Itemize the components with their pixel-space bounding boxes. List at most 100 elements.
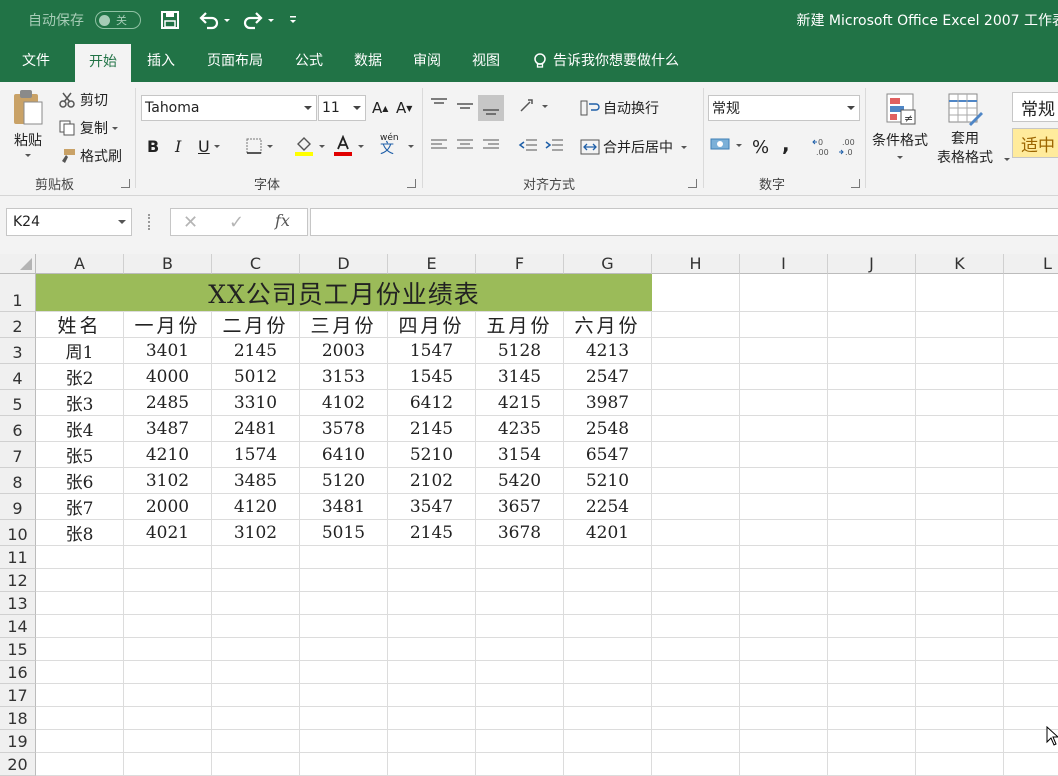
cell-style-neutral[interactable]: 适中 (1012, 128, 1058, 158)
conditional-formatting-button[interactable]: ≠ 条件格式 (872, 90, 928, 159)
number-format-select[interactable]: 常规 (708, 95, 860, 121)
value-cell[interactable]: 6410 (300, 442, 387, 467)
value-cell[interactable]: 6412 (388, 390, 475, 415)
row-header-4[interactable]: 4 (0, 364, 36, 390)
paste-button[interactable]: 粘贴 (10, 88, 46, 157)
tab-file[interactable]: 文件 (22, 40, 50, 82)
font-launcher-icon[interactable] (407, 179, 416, 188)
value-cell[interactable]: 3578 (300, 416, 387, 441)
header-cell[interactable]: 六月份 (564, 312, 651, 337)
value-cell[interactable]: 5120 (300, 468, 387, 493)
column-header-l[interactable]: L (1004, 254, 1058, 274)
column-header-h[interactable]: H (652, 254, 740, 274)
column-header-a[interactable]: A (36, 254, 124, 274)
row-header-13[interactable]: 13 (0, 592, 36, 615)
row-header-9[interactable]: 9 (0, 494, 36, 520)
value-cell[interactable]: 2254 (564, 494, 651, 519)
column-header-g[interactable]: G (564, 254, 652, 274)
row-header-3[interactable]: 3 (0, 338, 36, 364)
increase-decimal-button[interactable]: 0.00 (812, 137, 832, 157)
align-right-button[interactable] (482, 138, 500, 152)
underline-button[interactable]: U (198, 137, 220, 156)
tab-review[interactable]: 审阅 (413, 40, 441, 82)
format-as-table-caret-icon[interactable] (1004, 158, 1010, 161)
value-cell[interactable]: 3678 (476, 520, 563, 545)
shrink-font-button[interactable]: A ▼ (396, 99, 412, 117)
value-cell[interactable]: 4021 (124, 520, 211, 545)
borders-button[interactable] (245, 137, 273, 155)
row-header-17[interactable]: 17 (0, 684, 36, 707)
tell-me-box[interactable]: 告诉我你想要做什么 (532, 40, 679, 82)
name-cell[interactable]: 张5 (36, 442, 123, 467)
row-header-5[interactable]: 5 (0, 390, 36, 416)
format-painter-button[interactable]: 格式刷 (58, 146, 122, 166)
value-cell[interactable]: 5210 (388, 442, 475, 467)
value-cell[interactable]: 4235 (476, 416, 563, 441)
name-cell[interactable]: 张8 (36, 520, 123, 545)
align-top-button[interactable] (430, 96, 448, 112)
value-cell[interactable]: 2102 (388, 468, 475, 493)
header-cell[interactable]: 二月份 (212, 312, 299, 337)
clipboard-launcher-icon[interactable] (121, 179, 130, 188)
fill-color-button[interactable] (293, 135, 325, 157)
font-name-select[interactable]: Tahoma (141, 95, 317, 121)
row-header-6[interactable]: 6 (0, 416, 36, 442)
tab-home[interactable]: 开始 (75, 44, 131, 82)
row-header-16[interactable]: 16 (0, 661, 36, 684)
row-header-20[interactable]: 20 (0, 753, 36, 776)
header-cell[interactable]: 三月份 (300, 312, 387, 337)
row-header-14[interactable]: 14 (0, 615, 36, 638)
phonetic-button[interactable]: wén 文 (380, 133, 399, 156)
value-cell[interactable]: 3401 (124, 338, 211, 363)
row-header-1[interactable]: 1 (0, 274, 36, 312)
value-cell[interactable]: 4102 (300, 390, 387, 415)
name-cell[interactable]: 张3 (36, 390, 123, 415)
grow-font-button[interactable]: A ▲ (372, 99, 388, 117)
column-header-i[interactable]: I (740, 254, 828, 274)
align-left-button[interactable] (430, 138, 448, 152)
value-cell[interactable]: 3487 (124, 416, 211, 441)
copy-button[interactable]: 复制 (58, 118, 118, 138)
value-cell[interactable]: 5128 (476, 338, 563, 363)
value-cell[interactable]: 2485 (124, 390, 211, 415)
value-cell[interactable]: 2145 (388, 520, 475, 545)
value-cell[interactable]: 3485 (212, 468, 299, 493)
value-cell[interactable]: 2547 (564, 364, 651, 389)
align-center-button[interactable] (456, 138, 474, 152)
value-cell[interactable]: 2000 (124, 494, 211, 519)
sheet-title-cell[interactable]: XX公司员工月份业绩表 (36, 274, 652, 311)
header-cell[interactable]: 五月份 (476, 312, 563, 337)
value-cell[interactable]: 5012 (212, 364, 299, 389)
bold-button[interactable]: B (147, 137, 159, 156)
value-cell[interactable]: 5210 (564, 468, 651, 493)
tab-data[interactable]: 数据 (354, 40, 382, 82)
value-cell[interactable]: 2548 (564, 416, 651, 441)
tab-view[interactable]: 视图 (472, 40, 500, 82)
cut-button[interactable]: 剪切 (58, 90, 108, 110)
value-cell[interactable]: 3102 (124, 468, 211, 493)
decrease-decimal-button[interactable]: .00.0 (838, 137, 858, 157)
value-cell[interactable]: 4120 (212, 494, 299, 519)
format-as-table-button[interactable]: 套用 表格格式 (937, 90, 993, 168)
value-cell[interactable]: 5420 (476, 468, 563, 493)
number-launcher-icon[interactable] (851, 179, 860, 188)
redo-icon[interactable] (242, 0, 274, 40)
header-cell[interactable]: 一月份 (124, 312, 211, 337)
font-color-button[interactable] (332, 135, 364, 157)
formula-input[interactable] (310, 208, 1058, 236)
font-size-select[interactable]: 11 (318, 95, 366, 121)
value-cell[interactable]: 5015 (300, 520, 387, 545)
value-cell[interactable]: 1574 (212, 442, 299, 467)
row-header-19[interactable]: 19 (0, 730, 36, 753)
tab-insert[interactable]: 插入 (147, 40, 175, 82)
column-header-c[interactable]: C (212, 254, 300, 274)
row-header-18[interactable]: 18 (0, 707, 36, 730)
column-header-b[interactable]: B (124, 254, 212, 274)
alignment-launcher-icon[interactable] (688, 179, 697, 188)
accounting-format-button[interactable] (710, 136, 742, 154)
value-cell[interactable]: 4210 (124, 442, 211, 467)
value-cell[interactable]: 3547 (388, 494, 475, 519)
increase-indent-button[interactable] (544, 137, 564, 153)
header-cell[interactable]: 四月份 (388, 312, 475, 337)
select-all-button[interactable] (0, 254, 36, 274)
